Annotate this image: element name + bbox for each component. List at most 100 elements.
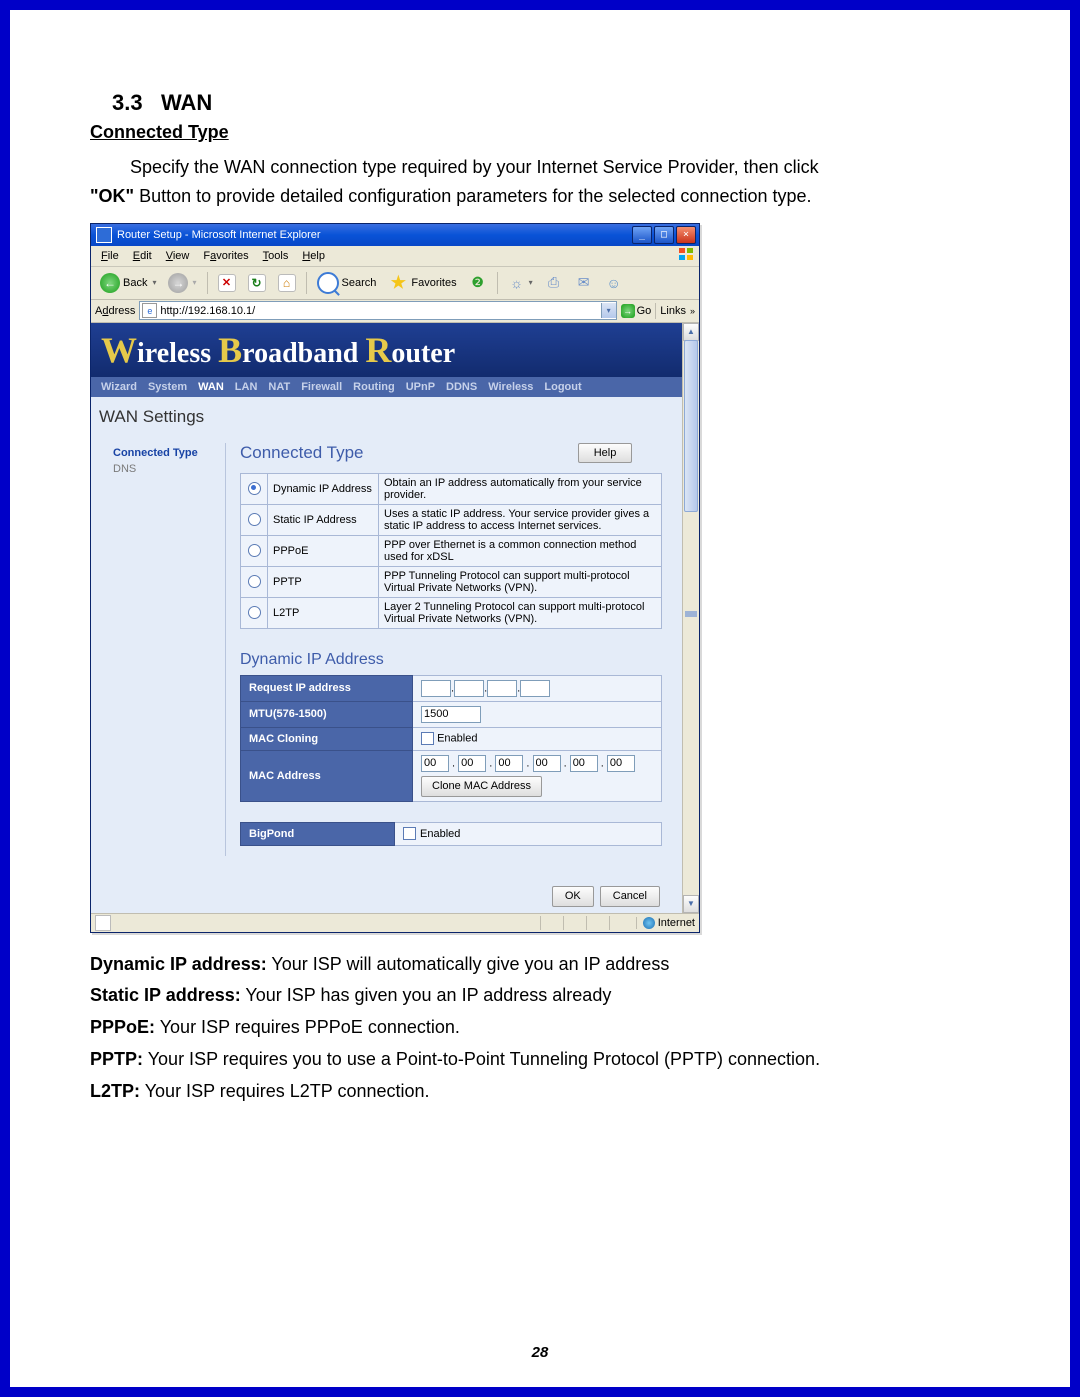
ip-octet-3[interactable] [487, 680, 517, 697]
def-l2tp-text: Your ISP requires L2TP connection. [140, 1081, 430, 1101]
ok-button[interactable]: OK [552, 886, 594, 907]
mac-cloning-checkbox[interactable] [421, 732, 434, 745]
refresh-button[interactable]: ↻ [244, 272, 270, 294]
dynamic-ip-form: Request IP address ... MTU(576-1500) MA [240, 675, 662, 802]
enabled-label: Enabled [437, 733, 477, 745]
nav-wan[interactable]: WAN [193, 379, 229, 395]
address-label: Address [95, 305, 135, 317]
nav-nat[interactable]: NAT [263, 379, 295, 395]
close-button[interactable]: × [676, 226, 696, 244]
links-chevron-icon[interactable]: » [690, 306, 695, 316]
nav-firewall[interactable]: Firewall [296, 379, 347, 395]
nav-upnp[interactable]: UPnP [401, 379, 440, 395]
scroll-marker [685, 611, 697, 617]
stop-button[interactable]: ✕ [214, 272, 240, 294]
label-mac-address: MAC Address [241, 750, 413, 801]
page-number: 28 [10, 1344, 1070, 1361]
section-title-dynamic-ip: Dynamic IP Address [240, 651, 662, 669]
links-label[interactable]: Links [660, 305, 686, 317]
label-mac-cloning: MAC Cloning [241, 727, 413, 750]
option-label: Dynamic IP Address [268, 473, 379, 504]
back-button[interactable]: ←Back▾ [96, 271, 160, 295]
radio-l2tp[interactable] [248, 606, 261, 619]
mac-1[interactable] [421, 755, 449, 772]
menu-bar: File Edit View Favorites Tools Help [91, 246, 699, 267]
nav-ddns[interactable]: DDNS [441, 379, 482, 395]
nav-routing[interactable]: Routing [348, 379, 400, 395]
security-zone: Internet [636, 917, 695, 929]
print-button[interactable]: ⎙ [541, 272, 567, 294]
menu-tools[interactable]: Tools [257, 248, 295, 264]
media-button[interactable]: ❷ [465, 272, 491, 294]
main-column: Connected Type Help Dynamic IP Address O… [226, 437, 682, 856]
mtu-input[interactable] [421, 706, 481, 723]
scroll-down-arrow[interactable]: ▼ [683, 895, 699, 913]
bigpond-row: BigPond Enabled [240, 822, 662, 846]
mac-3[interactable] [495, 755, 523, 772]
router-banner: Wireless Broadband Router [91, 323, 682, 377]
go-button[interactable]: →Go [621, 304, 652, 318]
label-bigpond: BigPond [240, 822, 395, 846]
radio-dynamic-ip[interactable] [248, 482, 261, 495]
zone-label: Internet [658, 917, 695, 929]
mac-4[interactable] [533, 755, 561, 772]
ie-icon [96, 227, 112, 243]
radio-pppoe[interactable] [248, 544, 261, 557]
radio-pptp[interactable] [248, 575, 261, 588]
option-row: L2TP Layer 2 Tunneling Protocol can supp… [241, 597, 662, 628]
bigpond-checkbox[interactable] [403, 827, 416, 840]
option-label: L2TP [268, 597, 379, 628]
nav-lan[interactable]: LAN [230, 379, 263, 395]
section-heading: 3.3 WAN [112, 90, 990, 116]
home-button[interactable]: ⌂ [274, 272, 300, 294]
scroll-up-arrow[interactable]: ▲ [683, 323, 699, 341]
option-label: PPTP [268, 566, 379, 597]
sidenav-dns[interactable]: DNS [113, 463, 225, 475]
ip-octet-2[interactable] [454, 680, 484, 697]
address-dropdown[interactable]: ▾ [601, 303, 616, 318]
clone-mac-button[interactable]: Clone MAC Address [421, 776, 542, 797]
favorites-button[interactable]: ★Favorites [384, 271, 460, 295]
menu-file[interactable]: File [95, 248, 125, 264]
radio-static-ip[interactable] [248, 513, 261, 526]
mail-button[interactable]: ✉ [571, 272, 597, 294]
scroll-thumb[interactable] [684, 340, 698, 512]
cancel-button[interactable]: Cancel [600, 886, 660, 907]
def-dynamic-text: Your ISP will automatically give you an … [267, 954, 670, 974]
nav-logout[interactable]: Logout [539, 379, 586, 395]
mac-2[interactable] [458, 755, 486, 772]
menu-favorites[interactable]: Favorites [197, 248, 254, 264]
windows-flag-icon [679, 248, 695, 262]
mac-5[interactable] [570, 755, 598, 772]
nav-wireless[interactable]: Wireless [483, 379, 538, 395]
status-page-icon [95, 915, 111, 931]
forward-button[interactable]: →▾ [164, 271, 200, 295]
section-subheading: Connected Type [90, 122, 990, 143]
menu-edit[interactable]: Edit [127, 248, 158, 264]
vertical-scrollbar[interactable]: ▲ ▼ [682, 323, 699, 913]
ip-octet-4[interactable] [520, 680, 550, 697]
section-number: 3.3 [112, 90, 143, 115]
intro-paragraph: Specify the WAN connection type required… [90, 153, 990, 211]
option-label: Static IP Address [268, 504, 379, 535]
intro-line-2: Button to provide detailed configuration… [134, 186, 811, 206]
menu-view[interactable]: View [160, 248, 196, 264]
ip-octet-1[interactable] [421, 680, 451, 697]
def-static-text: Your ISP has given you an IP address alr… [241, 985, 612, 1005]
minimize-button[interactable]: _ [632, 226, 652, 244]
option-desc: Obtain an IP address automatically from … [379, 473, 662, 504]
toolbar: ←Back▾ →▾ ✕ ↻ ⌂ Search ★Favorites ❷ ☼▾ ⎙… [91, 267, 699, 300]
nav-wizard[interactable]: Wizard [96, 379, 142, 395]
nav-system[interactable]: System [143, 379, 192, 395]
messenger-button[interactable]: ☺ [601, 272, 627, 294]
help-button[interactable]: Help [578, 443, 632, 463]
history-button[interactable]: ☼▾ [504, 272, 537, 294]
mac-6[interactable] [607, 755, 635, 772]
search-button[interactable]: Search [313, 270, 381, 296]
def-l2tp-bold: L2TP: [90, 1081, 140, 1101]
sidenav-connected-type[interactable]: Connected Type [113, 447, 225, 459]
menu-help[interactable]: Help [296, 248, 331, 264]
browser-viewport: Wireless Broadband Router Wizard System … [91, 323, 682, 913]
address-field[interactable]: e http://192.168.10.1/ ▾ [139, 301, 616, 320]
maximize-button[interactable]: □ [654, 226, 674, 244]
